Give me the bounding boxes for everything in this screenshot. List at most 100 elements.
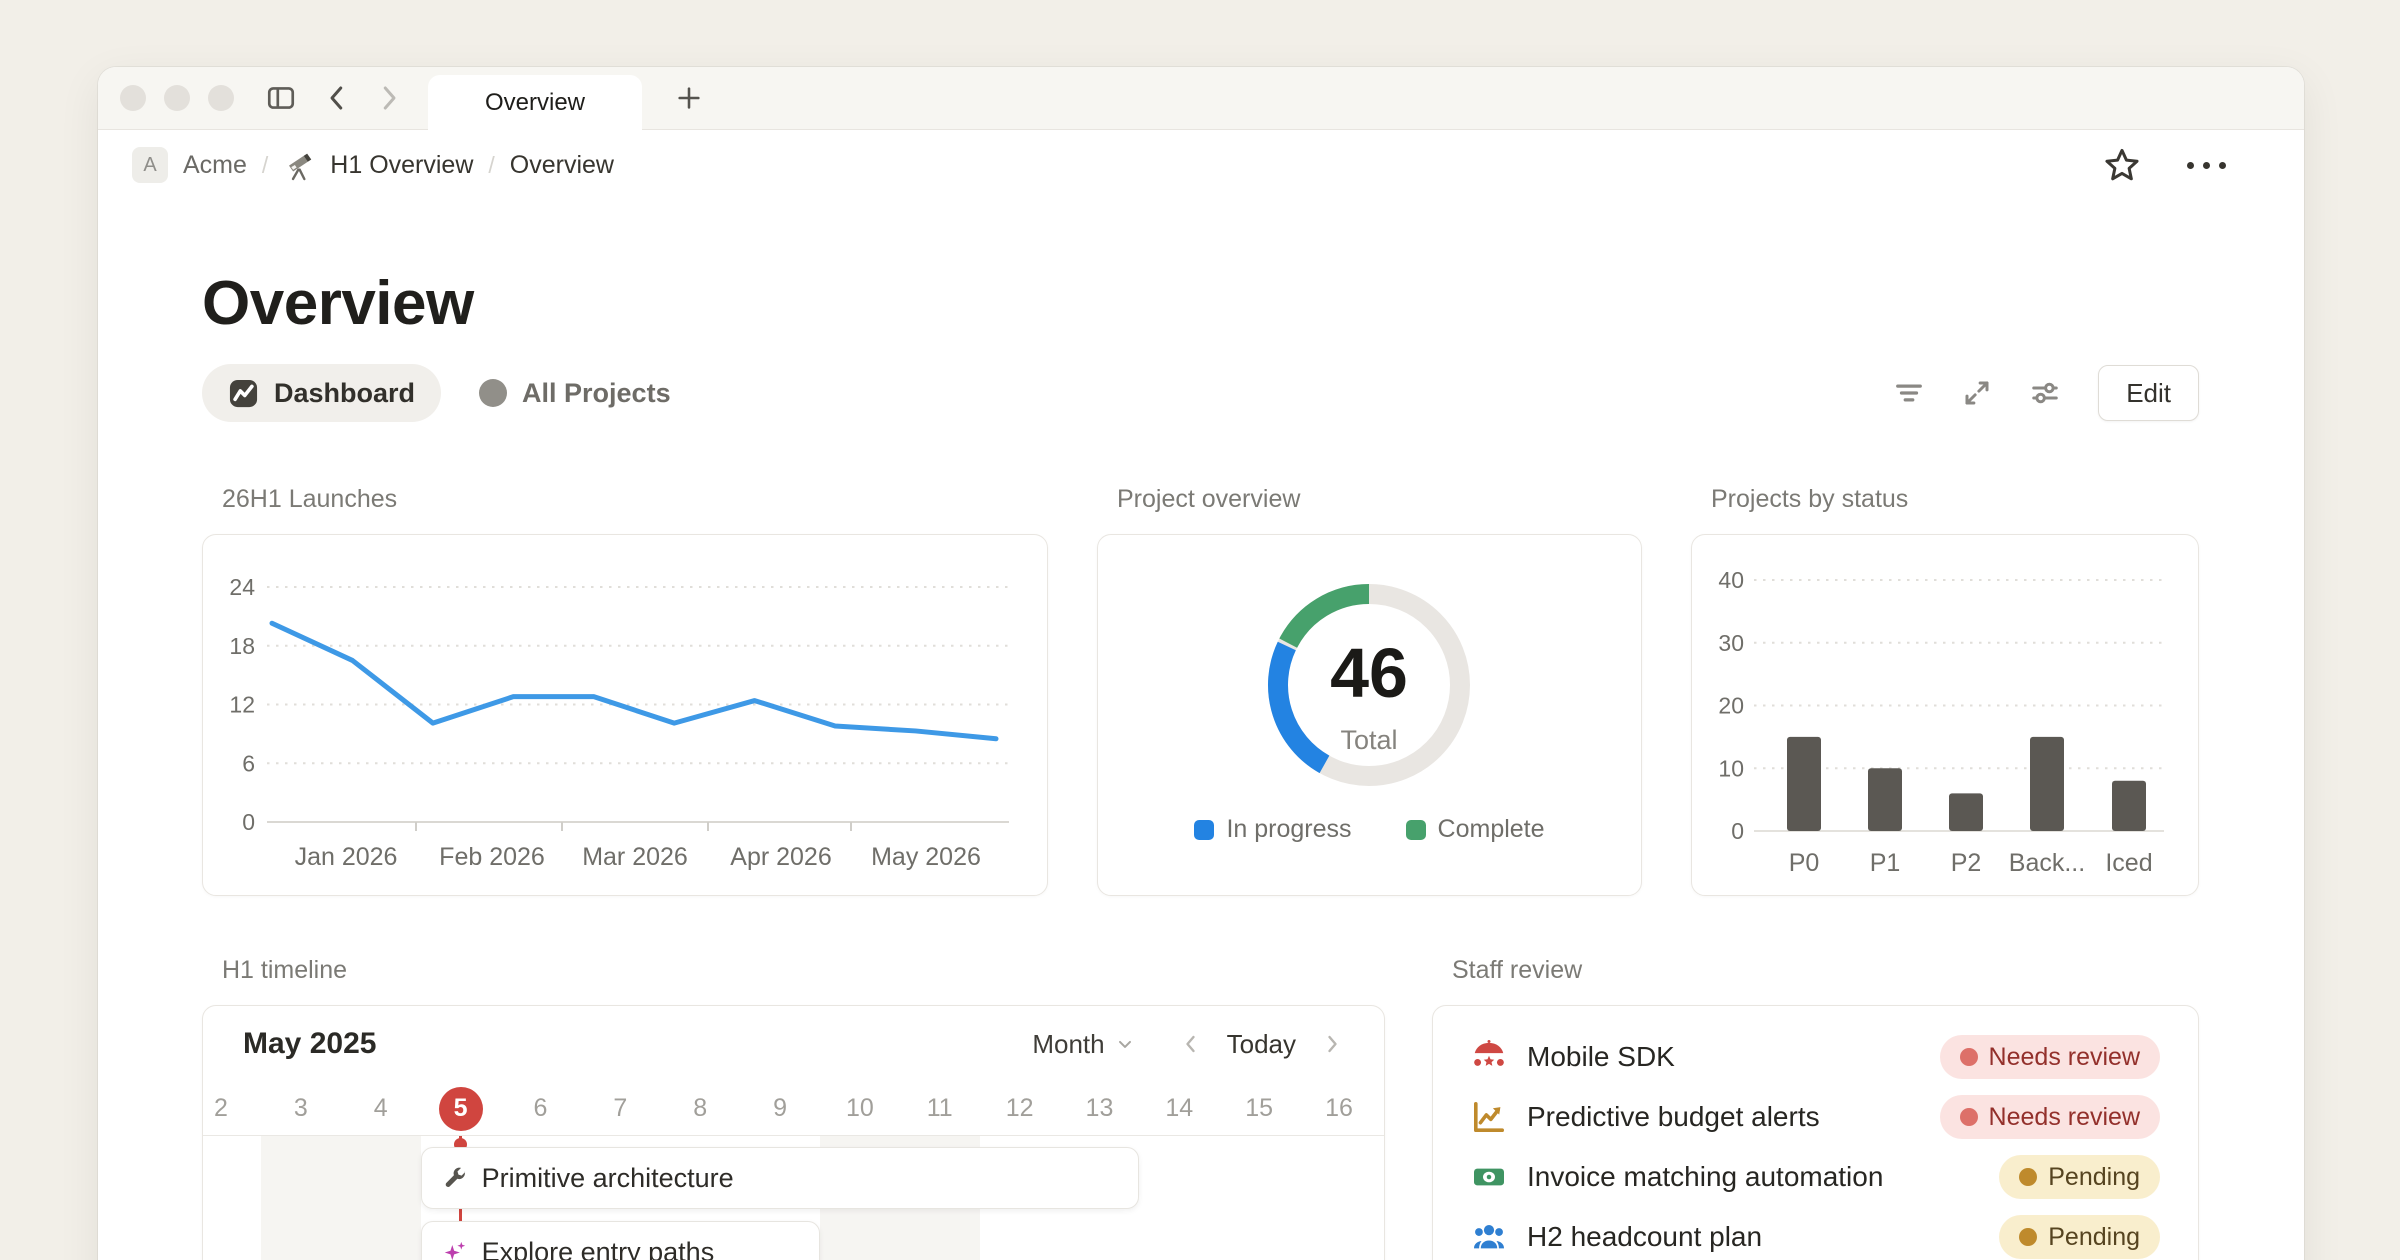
status-badge[interactable]: Pending [1999,1215,2160,1259]
timeline-day-6[interactable]: 6 [500,1082,580,1135]
page-title: Overview [202,200,2199,340]
tab-title: Overview [485,89,585,117]
timeline-view-dropdown[interactable]: Month [1032,1029,1134,1060]
staff-review-row[interactable]: Mobile SDKNeeds review [1433,1027,2198,1087]
today-marker: 5 [439,1087,483,1131]
svg-text:May 2026: May 2026 [871,843,981,871]
status-badge[interactable]: Needs review [1940,1035,2160,1079]
svg-text:6: 6 [242,750,255,776]
svg-text:Feb 2026: Feb 2026 [439,843,545,871]
bar-P2[interactable] [1949,793,1983,831]
filter-icon[interactable] [1894,378,1924,408]
favorite-star-icon[interactable] [2103,146,2141,184]
timeline-day-15[interactable]: 15 [1219,1082,1299,1135]
status-dot [2019,1168,2037,1186]
legend-item: In progress [1194,815,1351,844]
donut-legend: In progressComplete [1098,815,1641,844]
breadcrumb-parent[interactable]: H1 Overview [330,151,473,180]
donut-chart-card[interactable]: 46Total In progressComplete [1097,534,1642,896]
status-badge[interactable]: Needs review [1940,1095,2160,1139]
svg-text:40: 40 [1718,567,1744,593]
line-chart-icon [228,378,259,409]
project-title: Predictive budget alerts [1527,1101,1820,1133]
timeline-event[interactable]: Primitive architecture [421,1147,1140,1209]
timeline-day-14[interactable]: 14 [1139,1082,1219,1135]
today-button[interactable]: Today [1227,1029,1296,1060]
status-badge[interactable]: Pending [1999,1155,2160,1199]
breadcrumb-current[interactable]: Overview [510,151,614,180]
timeline-day-13[interactable]: 13 [1059,1082,1139,1135]
staff-review-block: Staff review Mobile SDKNeeds review Pred… [1432,955,2199,1260]
more-options-icon[interactable] [2187,162,2226,169]
project-title: H2 headcount plan [1527,1221,1762,1253]
chevron-left-icon[interactable] [1179,1032,1203,1056]
traffic-light-close[interactable] [120,85,146,111]
workspace-badge[interactable]: A [132,147,168,183]
bar-P1[interactable] [1868,768,1902,831]
breadcrumb-workspace[interactable]: Acme [183,151,247,180]
legend-swatch [1194,820,1214,840]
svg-text:12: 12 [229,692,255,718]
project-overview-block: Project overview 46Total In progressComp… [1097,484,1642,896]
event-title: Explore entry paths [482,1237,715,1260]
staff-review-row[interactable]: Predictive budget alerts Needs review [1433,1087,2198,1147]
timeline-day-10[interactable]: 10 [820,1082,900,1135]
timeline-day-12[interactable]: 12 [980,1082,1060,1135]
chevron-right-icon[interactable] [1320,1032,1344,1056]
breadcrumb-separator: / [262,152,268,179]
timeline-day-16[interactable]: 16 [1299,1082,1379,1135]
back-icon[interactable] [320,81,354,115]
bar-P0[interactable] [1787,737,1821,831]
bar-chart-card[interactable]: 010203040P0P1P2Back...Iced [1691,534,2199,896]
wrench-icon [442,1165,468,1191]
traffic-light-minimize[interactable] [164,85,190,111]
forward-icon[interactable] [372,81,406,115]
timeline-day-11[interactable]: 11 [900,1082,980,1135]
view-toolbar: Edit [1894,365,2199,421]
view-tab-all-projects[interactable]: All Projects [479,378,671,409]
weekend-shading [261,1136,421,1260]
settings-sliders-icon[interactable] [2030,378,2060,408]
window-controls [120,85,234,111]
event-title: Primitive architecture [482,1163,734,1194]
status-dot [2019,1228,2037,1246]
breadcrumb: A Acme / H1 Overview / Overview [132,147,614,183]
svg-text:P1: P1 [1870,849,1901,877]
traffic-light-zoom[interactable] [208,85,234,111]
staff-review-row[interactable]: Invoice matching automationPending [1433,1147,2198,1207]
status-dot [1960,1048,1978,1066]
carousel-icon [1471,1039,1507,1075]
people-icon [1471,1219,1507,1255]
tab-overview[interactable]: Overview [428,75,642,130]
timeline-body: Primitive architecture Explore entry pat… [203,1136,1384,1260]
line-chart-card[interactable]: 06121824Jan 2026Feb 2026Mar 2026Apr 2026… [202,534,1048,896]
lower-row: H1 timeline May 2025 Month [202,955,2199,1260]
timeline-day-5[interactable]: 5 [421,1082,501,1135]
svg-text:0: 0 [1731,818,1744,844]
legend-swatch [1406,820,1426,840]
bar-Back...[interactable] [2030,737,2064,831]
timeline-day-7[interactable]: 7 [580,1082,660,1135]
timeline-day-2[interactable]: 2 [202,1082,261,1135]
staff-review-row[interactable]: H2 headcount plan Pending [1433,1207,2198,1260]
edit-button[interactable]: Edit [2098,365,2199,421]
timeline-event[interactable]: Explore entry paths [421,1221,820,1260]
expand-icon[interactable] [1962,378,1992,408]
status-dot [1960,1108,1978,1126]
timeline-day-4[interactable]: 4 [341,1082,421,1135]
timeline-day-3[interactable]: 3 [261,1082,341,1135]
timeline-block: H1 timeline May 2025 Month [202,955,1385,1260]
timeline-day-9[interactable]: 9 [740,1082,820,1135]
svg-text:30: 30 [1718,630,1744,656]
timeline-day-8[interactable]: 8 [660,1082,740,1135]
view-tab-dashboard[interactable]: Dashboard [202,364,441,422]
chart-up-icon [1471,1099,1507,1135]
bar-Iced[interactable] [2112,781,2146,831]
launches-chart-block: 26H1 Launches 06121824Jan 2026Feb 2026Ma… [202,484,1048,896]
sidebar-toggle-icon[interactable] [264,81,298,115]
window-tab-bar: Overview [98,67,2304,130]
svg-text:10: 10 [1718,755,1744,781]
new-tab-icon[interactable] [672,81,706,115]
staff-review-card: Mobile SDKNeeds review Predictive budget… [1432,1005,2199,1260]
svg-text:Total: Total [1340,725,1397,755]
